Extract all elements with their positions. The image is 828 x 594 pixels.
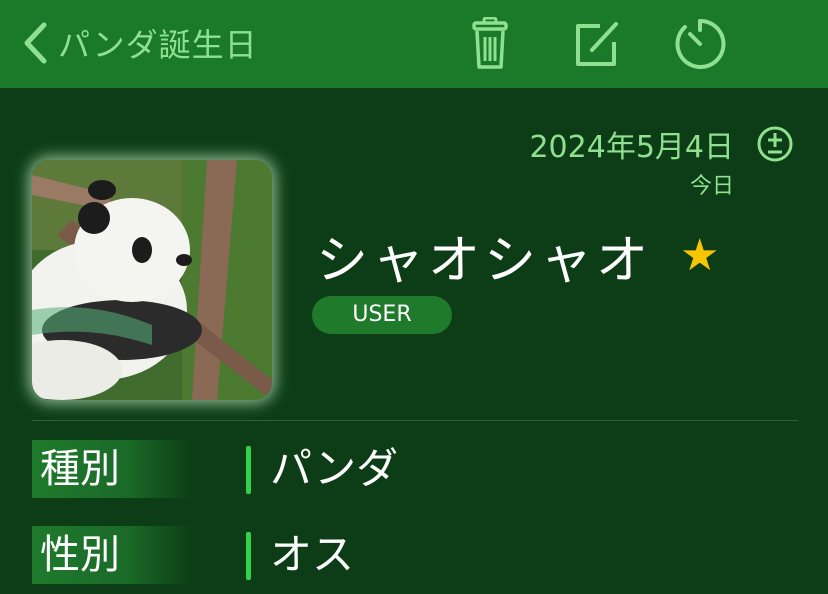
plus-minus-icon[interactable]	[756, 125, 794, 163]
birthday-date: 2024年5月4日	[529, 130, 734, 165]
panda-photo[interactable]	[32, 160, 272, 400]
trash-icon	[472, 17, 508, 69]
user-badge: USER	[312, 296, 452, 334]
edit-icon	[576, 22, 618, 66]
name-row: シャオシャオ ★	[316, 218, 719, 293]
edit-button[interactable]	[568, 14, 624, 74]
back-button[interactable]: パンダ誕生日	[22, 20, 258, 66]
value-bar	[246, 446, 251, 494]
value-bar	[246, 532, 251, 580]
navigation-bar: パンダ誕生日	[0, 0, 828, 88]
sex-label: 性別	[32, 526, 192, 584]
panda-name: シャオシャオ	[316, 231, 653, 291]
delete-button[interactable]	[462, 14, 518, 74]
date-subtitle: 今日	[689, 174, 734, 199]
species-label: 種別	[32, 440, 192, 498]
species-value: パンダ	[270, 444, 399, 493]
detail-row-sex: 性別 オス	[32, 526, 812, 584]
divider	[32, 420, 798, 421]
chevron-left-icon	[24, 22, 47, 64]
date-row: 2024年5月4日	[529, 122, 794, 166]
sex-value: オス	[270, 530, 355, 579]
timer-icon	[675, 18, 726, 69]
detail-row-species: 種別 パンダ	[32, 440, 812, 498]
timer-button[interactable]	[672, 14, 728, 74]
back-label: パンダ誕生日	[58, 26, 258, 64]
star-icon[interactable]: ★	[680, 230, 719, 281]
